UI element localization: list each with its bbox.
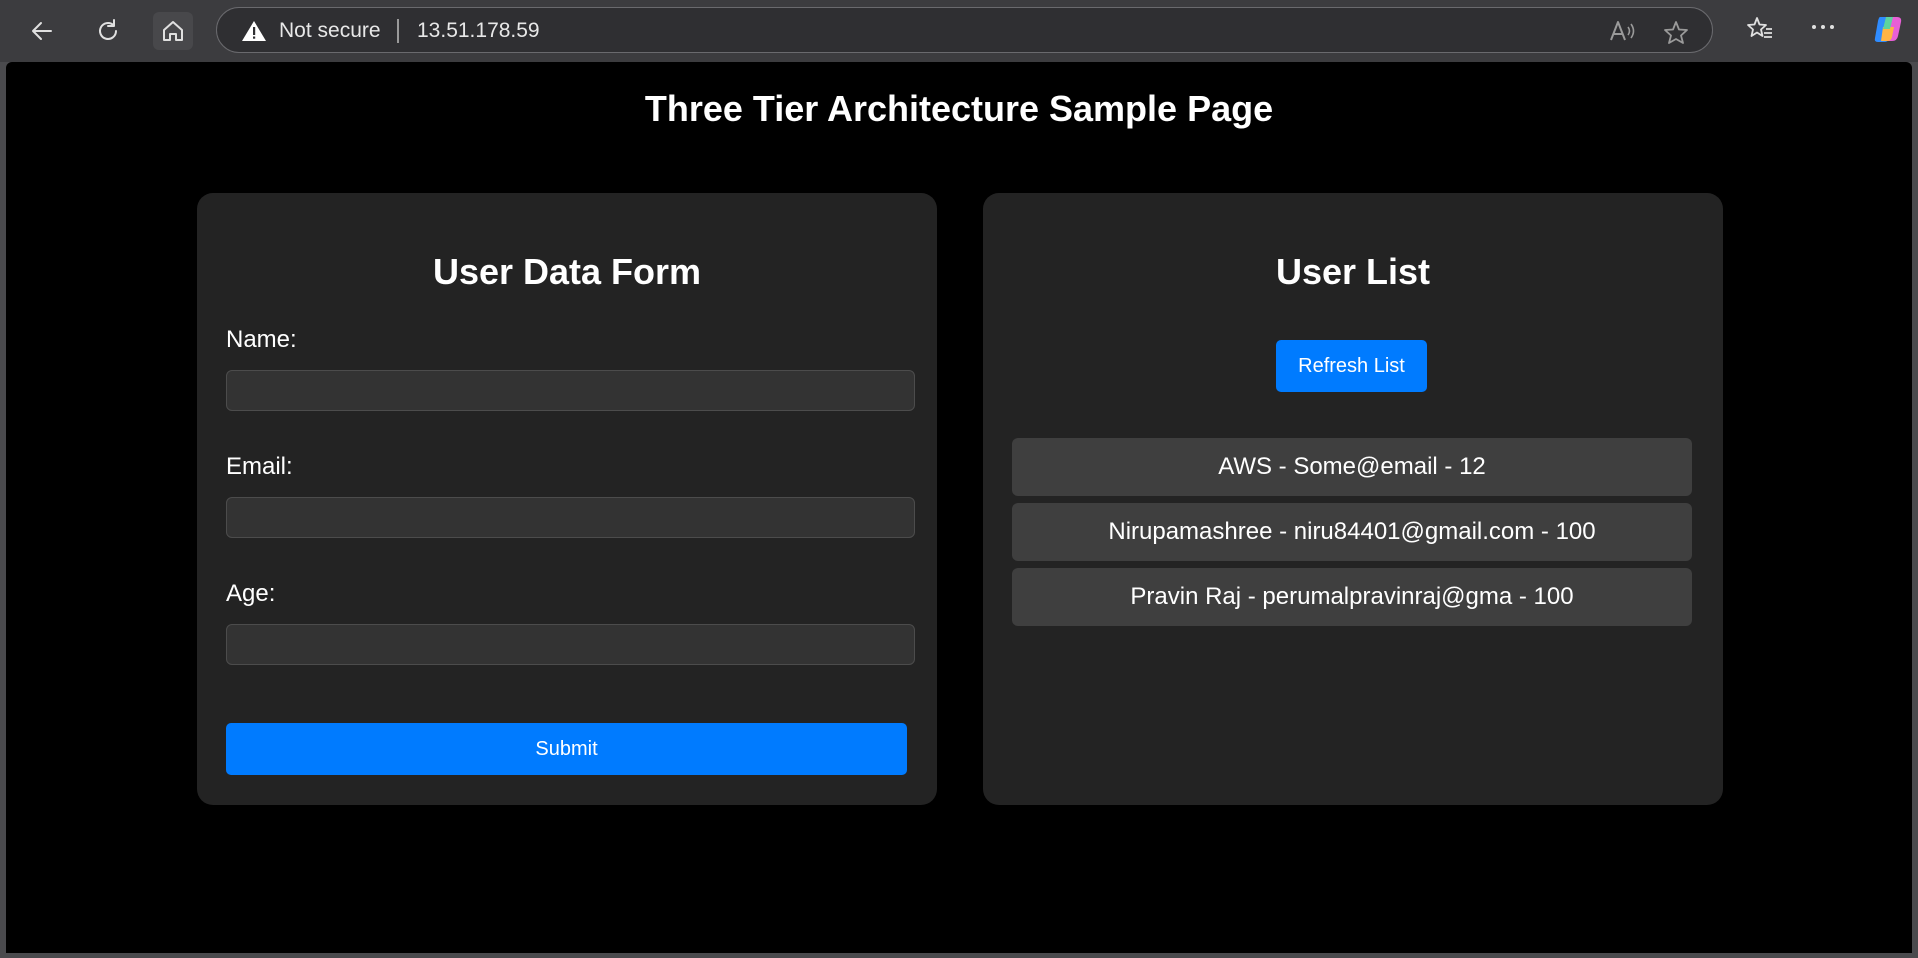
home-icon: [163, 21, 183, 41]
name-label: Name:: [226, 326, 297, 353]
refresh-list-button[interactable]: Refresh List: [1276, 340, 1427, 392]
refresh-icon: [99, 19, 117, 40]
page-viewport: Three Tier Architecture Sample Page User…: [6, 62, 1912, 953]
warning-icon: [242, 21, 266, 41]
age-label: Age:: [226, 580, 276, 607]
name-field[interactable]: [226, 370, 915, 411]
refresh-page-button[interactable]: [88, 12, 128, 50]
address-bar[interactable]: Not secure 13.51.178.59: [216, 7, 1713, 53]
security-status[interactable]: Not secure: [279, 19, 381, 43]
form-title: User Data Form: [432, 251, 702, 292]
email-label: Email:: [226, 453, 293, 480]
favorites-icon[interactable]: [1746, 16, 1774, 42]
user-list-card: User List Refresh List AWS - Some@email …: [983, 193, 1723, 805]
copilot-icon[interactable]: [1872, 13, 1904, 45]
list-item: Nirupamashree - niru84401@gmail.com - 10…: [1012, 503, 1692, 561]
back-arrow-icon: [32, 22, 52, 40]
home-button[interactable]: [153, 12, 193, 50]
browser-toolbar: Not secure 13.51.178.59: [0, 0, 1918, 62]
submit-button[interactable]: Submit: [226, 723, 907, 775]
user-data-form-card: User Data Form Name: Email: Age: Submit: [197, 193, 937, 805]
address-separator: [397, 19, 399, 43]
page-title: Three Tier Architecture Sample Page: [644, 88, 1274, 129]
list-item: AWS - Some@email - 12: [1012, 438, 1692, 496]
more-options-icon[interactable]: [1810, 22, 1836, 32]
url-text[interactable]: 13.51.178.59: [417, 19, 540, 43]
user-list: AWS - Some@email - 12 Nirupamashree - ni…: [1012, 438, 1692, 633]
read-aloud-icon[interactable]: [1609, 20, 1637, 42]
back-button[interactable]: [22, 12, 62, 50]
list-title: User List: [1275, 251, 1431, 292]
email-field[interactable]: [226, 497, 915, 538]
age-field[interactable]: [226, 624, 915, 665]
list-item: Pravin Raj - perumalpravinraj@gma - 100: [1012, 568, 1692, 626]
favorite-star-icon[interactable]: [1663, 20, 1689, 44]
